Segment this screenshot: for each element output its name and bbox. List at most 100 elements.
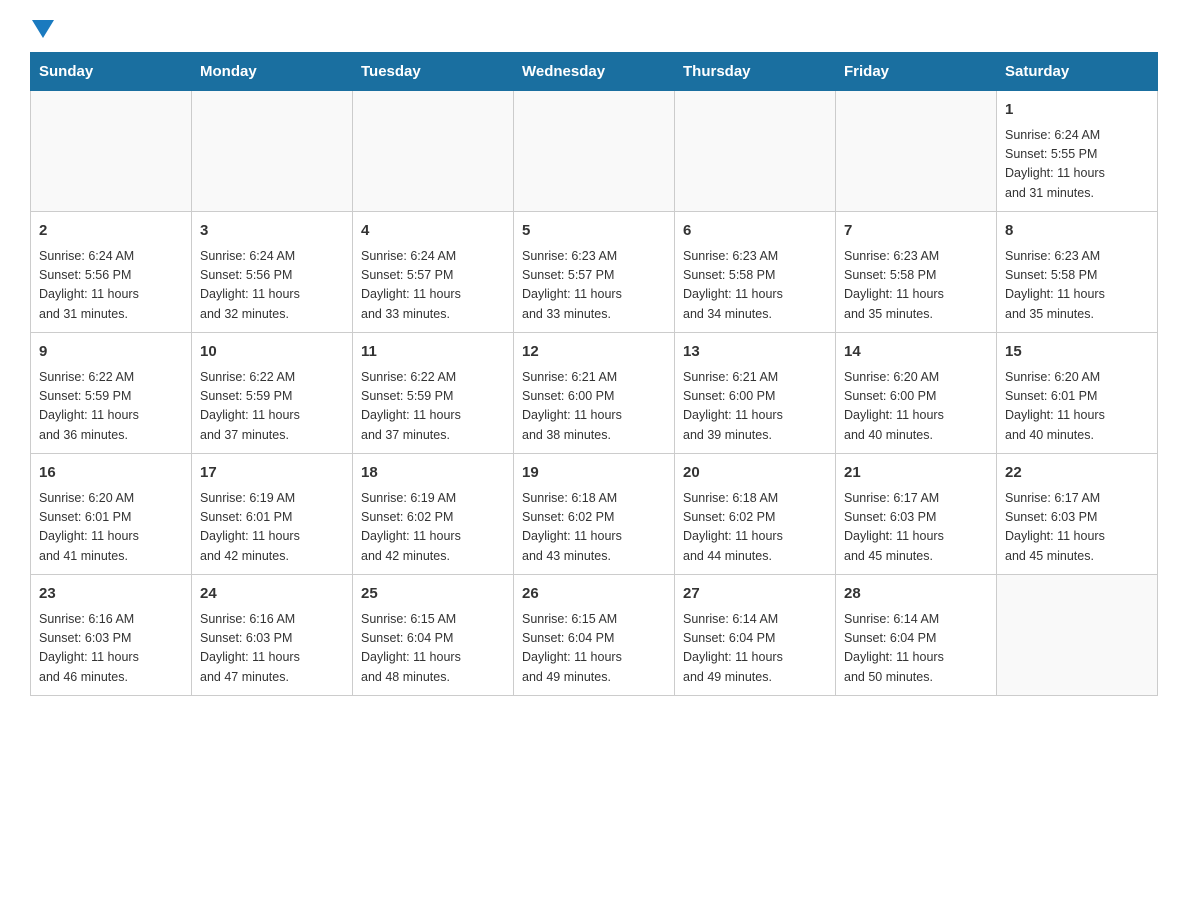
day-number: 12 (522, 341, 666, 364)
calendar-cell: 12 Sunrise: 6:21 AM Sunset: 6:00 PM Dayli… (514, 333, 675, 454)
calendar-cell (836, 91, 997, 212)
calendar-cell: 20 Sunrise: 6:18 AM Sunset: 6:02 PM Dayli… (675, 454, 836, 575)
weekday-header-wednesday: Wednesday (514, 53, 675, 91)
calendar-header-row: SundayMondayTuesdayWednesdayThursdayFrid… (31, 53, 1158, 91)
calendar-cell: 18 Sunrise: 6:19 AM Sunset: 6:02 PM Dayli… (353, 454, 514, 575)
calendar-cell: 25 Sunrise: 6:15 AM Sunset: 6:04 PM Dayli… (353, 575, 514, 696)
calendar-cell: 13 Sunrise: 6:21 AM Sunset: 6:00 PM Dayli… (675, 333, 836, 454)
calendar-week-row: 1 Sunrise: 6:24 AM Sunset: 5:55 PM Daylig… (31, 91, 1158, 212)
calendar-week-row: 2 Sunrise: 6:24 AM Sunset: 5:56 PM Daylig… (31, 212, 1158, 333)
calendar-cell: 14 Sunrise: 6:20 AM Sunset: 6:00 PM Dayli… (836, 333, 997, 454)
day-info: Sunrise: 6:24 AM Sunset: 5:57 PM Dayligh… (361, 247, 505, 325)
day-info: Sunrise: 6:20 AM Sunset: 6:01 PM Dayligh… (1005, 368, 1149, 446)
day-info: Sunrise: 6:22 AM Sunset: 5:59 PM Dayligh… (39, 368, 183, 446)
calendar-cell: 21 Sunrise: 6:17 AM Sunset: 6:03 PM Dayli… (836, 454, 997, 575)
day-info: Sunrise: 6:18 AM Sunset: 6:02 PM Dayligh… (522, 489, 666, 567)
calendar-week-row: 9 Sunrise: 6:22 AM Sunset: 5:59 PM Daylig… (31, 333, 1158, 454)
day-info: Sunrise: 6:14 AM Sunset: 6:04 PM Dayligh… (683, 610, 827, 688)
calendar-cell (514, 91, 675, 212)
calendar-cell: 1 Sunrise: 6:24 AM Sunset: 5:55 PM Daylig… (997, 91, 1158, 212)
day-number: 18 (361, 462, 505, 485)
calendar-cell: 10 Sunrise: 6:22 AM Sunset: 5:59 PM Dayli… (192, 333, 353, 454)
calendar-cell (675, 91, 836, 212)
day-info: Sunrise: 6:23 AM Sunset: 5:58 PM Dayligh… (1005, 247, 1149, 325)
day-number: 10 (200, 341, 344, 364)
calendar-cell: 24 Sunrise: 6:16 AM Sunset: 6:03 PM Dayli… (192, 575, 353, 696)
day-number: 13 (683, 341, 827, 364)
calendar-cell: 23 Sunrise: 6:16 AM Sunset: 6:03 PM Dayli… (31, 575, 192, 696)
weekday-header-sunday: Sunday (31, 53, 192, 91)
day-number: 26 (522, 583, 666, 606)
day-number: 14 (844, 341, 988, 364)
day-info: Sunrise: 6:14 AM Sunset: 6:04 PM Dayligh… (844, 610, 988, 688)
weekday-header-thursday: Thursday (675, 53, 836, 91)
day-info: Sunrise: 6:19 AM Sunset: 6:02 PM Dayligh… (361, 489, 505, 567)
calendar-cell (192, 91, 353, 212)
day-number: 9 (39, 341, 183, 364)
day-info: Sunrise: 6:20 AM Sunset: 6:01 PM Dayligh… (39, 489, 183, 567)
day-info: Sunrise: 6:20 AM Sunset: 6:00 PM Dayligh… (844, 368, 988, 446)
page-header (30, 20, 1158, 42)
day-info: Sunrise: 6:21 AM Sunset: 6:00 PM Dayligh… (683, 368, 827, 446)
calendar-cell: 11 Sunrise: 6:22 AM Sunset: 5:59 PM Dayli… (353, 333, 514, 454)
day-number: 23 (39, 583, 183, 606)
day-info: Sunrise: 6:18 AM Sunset: 6:02 PM Dayligh… (683, 489, 827, 567)
day-number: 19 (522, 462, 666, 485)
day-number: 11 (361, 341, 505, 364)
calendar-cell: 22 Sunrise: 6:17 AM Sunset: 6:03 PM Dayli… (997, 454, 1158, 575)
calendar-cell: 7 Sunrise: 6:23 AM Sunset: 5:58 PM Daylig… (836, 212, 997, 333)
day-info: Sunrise: 6:23 AM Sunset: 5:58 PM Dayligh… (683, 247, 827, 325)
day-info: Sunrise: 6:15 AM Sunset: 6:04 PM Dayligh… (361, 610, 505, 688)
day-number: 25 (361, 583, 505, 606)
day-number: 6 (683, 220, 827, 243)
day-info: Sunrise: 6:23 AM Sunset: 5:58 PM Dayligh… (844, 247, 988, 325)
day-number: 21 (844, 462, 988, 485)
day-info: Sunrise: 6:17 AM Sunset: 6:03 PM Dayligh… (844, 489, 988, 567)
weekday-header-saturday: Saturday (997, 53, 1158, 91)
calendar-cell (997, 575, 1158, 696)
calendar-week-row: 23 Sunrise: 6:16 AM Sunset: 6:03 PM Dayli… (31, 575, 1158, 696)
day-number: 27 (683, 583, 827, 606)
day-info: Sunrise: 6:24 AM Sunset: 5:56 PM Dayligh… (200, 247, 344, 325)
calendar-cell: 3 Sunrise: 6:24 AM Sunset: 5:56 PM Daylig… (192, 212, 353, 333)
day-info: Sunrise: 6:16 AM Sunset: 6:03 PM Dayligh… (200, 610, 344, 688)
calendar-cell: 8 Sunrise: 6:23 AM Sunset: 5:58 PM Daylig… (997, 212, 1158, 333)
calendar-cell: 4 Sunrise: 6:24 AM Sunset: 5:57 PM Daylig… (353, 212, 514, 333)
day-info: Sunrise: 6:23 AM Sunset: 5:57 PM Dayligh… (522, 247, 666, 325)
calendar-cell (31, 91, 192, 212)
day-info: Sunrise: 6:24 AM Sunset: 5:55 PM Dayligh… (1005, 126, 1149, 204)
calendar-cell: 19 Sunrise: 6:18 AM Sunset: 6:02 PM Dayli… (514, 454, 675, 575)
calendar-cell: 15 Sunrise: 6:20 AM Sunset: 6:01 PM Dayli… (997, 333, 1158, 454)
day-number: 22 (1005, 462, 1149, 485)
weekday-header-monday: Monday (192, 53, 353, 91)
day-info: Sunrise: 6:17 AM Sunset: 6:03 PM Dayligh… (1005, 489, 1149, 567)
day-info: Sunrise: 6:21 AM Sunset: 6:00 PM Dayligh… (522, 368, 666, 446)
calendar-cell: 6 Sunrise: 6:23 AM Sunset: 5:58 PM Daylig… (675, 212, 836, 333)
calendar-cell: 27 Sunrise: 6:14 AM Sunset: 6:04 PM Dayli… (675, 575, 836, 696)
day-number: 1 (1005, 99, 1149, 122)
day-number: 17 (200, 462, 344, 485)
day-number: 24 (200, 583, 344, 606)
logo (30, 20, 54, 42)
calendar-cell (353, 91, 514, 212)
day-info: Sunrise: 6:19 AM Sunset: 6:01 PM Dayligh… (200, 489, 344, 567)
day-info: Sunrise: 6:22 AM Sunset: 5:59 PM Dayligh… (361, 368, 505, 446)
day-number: 2 (39, 220, 183, 243)
day-number: 15 (1005, 341, 1149, 364)
calendar-cell: 17 Sunrise: 6:19 AM Sunset: 6:01 PM Dayli… (192, 454, 353, 575)
day-number: 20 (683, 462, 827, 485)
day-number: 16 (39, 462, 183, 485)
day-number: 3 (200, 220, 344, 243)
day-number: 8 (1005, 220, 1149, 243)
day-number: 7 (844, 220, 988, 243)
day-info: Sunrise: 6:22 AM Sunset: 5:59 PM Dayligh… (200, 368, 344, 446)
calendar-cell: 16 Sunrise: 6:20 AM Sunset: 6:01 PM Dayli… (31, 454, 192, 575)
weekday-header-friday: Friday (836, 53, 997, 91)
weekday-header-tuesday: Tuesday (353, 53, 514, 91)
day-info: Sunrise: 6:24 AM Sunset: 5:56 PM Dayligh… (39, 247, 183, 325)
day-number: 4 (361, 220, 505, 243)
calendar-table: SundayMondayTuesdayWednesdayThursdayFrid… (30, 52, 1158, 696)
day-number: 5 (522, 220, 666, 243)
logo-arrow-icon (32, 20, 54, 42)
day-info: Sunrise: 6:16 AM Sunset: 6:03 PM Dayligh… (39, 610, 183, 688)
